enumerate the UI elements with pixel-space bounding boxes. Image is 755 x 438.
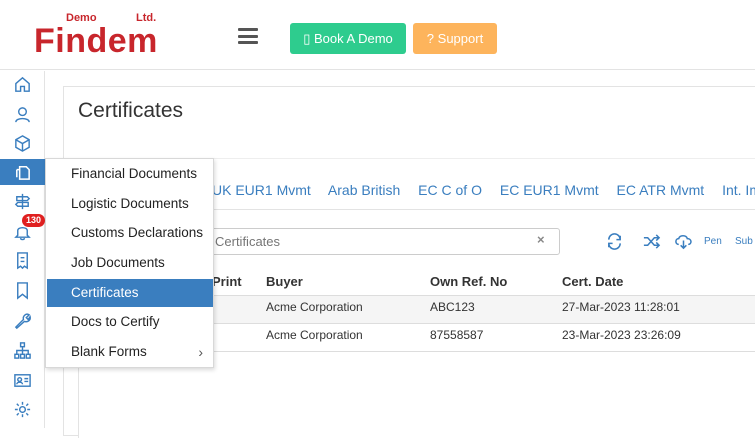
menu-item-blank-forms[interactable]: Blank Forms › (47, 338, 213, 366)
cell-own-ref: ABC123 (430, 300, 475, 314)
pen-label[interactable]: Pen (704, 236, 722, 247)
cell-cert-date: 23-Mar-2023 23:26:09 (562, 328, 681, 342)
sidebar-wrench-icon[interactable] (0, 307, 45, 333)
tab-ec-eur1-mvmt[interactable]: EC EUR1 Mvmt (500, 182, 599, 198)
cell-buyer: Acme Corporation (266, 300, 363, 314)
tab-uk-eur1-mvmt[interactable]: UK EUR1 Mvmt (212, 182, 311, 198)
documents-menu: Financial Documents Logistic Documents C… (45, 158, 214, 368)
cell-cert-date: 27-Mar-2023 11:28:01 (562, 300, 680, 314)
sidebar-id-card-icon[interactable] (0, 367, 45, 393)
search-input[interactable] (200, 228, 560, 255)
chevron-right-icon: › (198, 344, 203, 360)
cell-own-ref: 87558587 (430, 328, 484, 342)
menu-item-certificates[interactable]: Certificates (47, 279, 213, 307)
sidebar-receipt-icon[interactable] (0, 247, 45, 273)
tab-ec-c-of-o[interactable]: EC C of O (418, 182, 482, 198)
tab-int-imp[interactable]: Int. Imp. (722, 182, 755, 198)
sidebar-documents-icon[interactable] (0, 159, 45, 185)
sidebar-home-icon[interactable] (0, 71, 45, 97)
sidebar-package-icon[interactable] (0, 130, 45, 156)
support-button[interactable]: ? Support (413, 23, 497, 54)
menu-item-financial-documents[interactable]: Financial Documents (47, 160, 213, 188)
shuffle-icon[interactable] (642, 232, 661, 254)
sidebar-bookmark-icon[interactable] (0, 277, 45, 303)
menu-toggle-icon[interactable] (238, 28, 258, 44)
logo[interactable]: Demo Ltd. Findem (34, 12, 174, 62)
help-circle-icon: ? (426, 31, 435, 46)
certificate-tabs: UK EUR1 Mvmt Arab British EC C of O EC E… (212, 182, 755, 198)
menu-item-blank-forms-label: Blank Forms (71, 344, 147, 359)
clear-search-icon[interactable]: × (537, 232, 545, 247)
column-header-cert-date[interactable]: Cert. Date (562, 274, 623, 289)
cell-buyer: Acme Corporation (266, 328, 363, 342)
top-bar: Demo Ltd. Findem ▯ Book A Demo ? Support (0, 0, 755, 70)
column-header-print[interactable]: Print (212, 274, 242, 289)
column-header-buyer[interactable]: Buyer (266, 274, 303, 289)
menu-item-docs-to-certify[interactable]: Docs to Certify (47, 308, 213, 336)
cloud-download-icon[interactable] (674, 232, 693, 254)
menu-item-job-documents[interactable]: Job Documents (47, 249, 213, 277)
refresh-icon[interactable] (605, 232, 624, 254)
sub-label[interactable]: Sub (735, 236, 753, 247)
tab-arab-british[interactable]: Arab British (328, 182, 400, 198)
menu-item-customs-declarations[interactable]: Customs Declarations (47, 219, 213, 247)
book-demo-button[interactable]: ▯ Book A Demo (290, 23, 406, 54)
sidebar: 130 (0, 71, 46, 428)
sidebar-sitemap-icon[interactable] (0, 337, 45, 363)
page-title: Certificates (78, 99, 184, 122)
calendar-icon: ▯ (303, 31, 311, 46)
notification-badge: 130 (22, 214, 46, 227)
support-label: Support (437, 31, 484, 46)
tab-ec-atr-mvmt[interactable]: EC ATR Mvmt (617, 182, 705, 198)
menu-item-logistic-documents[interactable]: Logistic Documents (47, 190, 213, 218)
sidebar-signpost-icon[interactable] (0, 188, 45, 214)
sidebar-users-icon[interactable] (0, 101, 45, 127)
logo-text: Findem (34, 22, 158, 60)
book-demo-label: Book A Demo (314, 31, 393, 46)
sidebar-settings-icon[interactable] (0, 396, 45, 422)
column-header-own-ref[interactable]: Own Ref. No (430, 274, 507, 289)
